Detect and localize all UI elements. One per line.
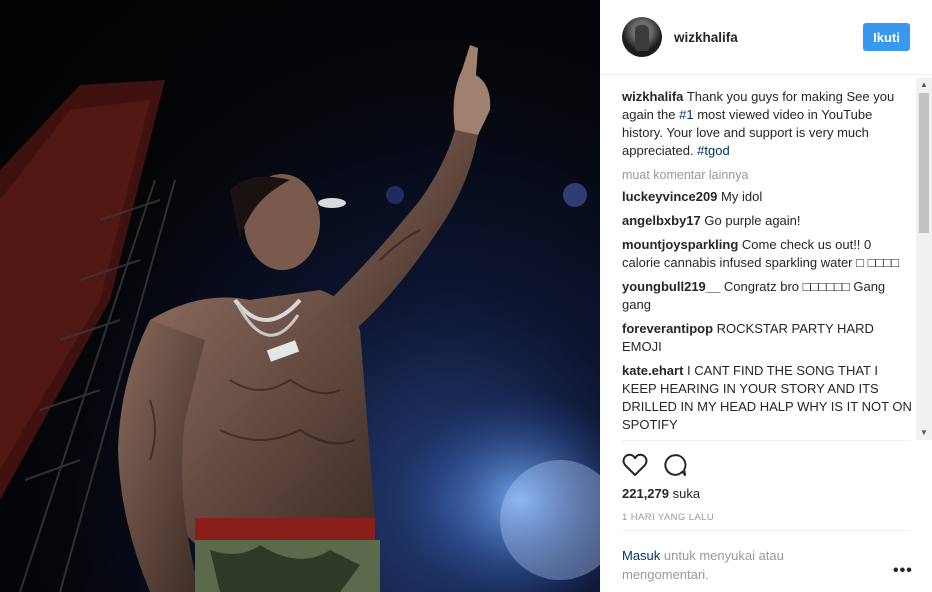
scroll-up-icon[interactable]: ▲: [920, 80, 928, 89]
comment-bubble-icon[interactable]: [663, 453, 687, 477]
login-link[interactable]: Masuk: [622, 548, 660, 563]
comment-username[interactable]: mountjoysparkling: [622, 237, 738, 252]
comments-list[interactable]: wizkhalifa Thank you guys for making See…: [622, 88, 912, 438]
scrollbar-thumb[interactable]: [919, 93, 929, 233]
caption-username[interactable]: wizkhalifa: [622, 89, 683, 104]
comment-text: My idol: [721, 189, 763, 204]
likes-number: 221,279: [622, 486, 669, 501]
comment-item: kate.ehart I CANT FIND THE SONG THAT I K…: [622, 362, 912, 434]
follow-button[interactable]: Ikuti: [863, 23, 910, 51]
divider: [622, 530, 910, 531]
comment-username[interactable]: angelbxby17: [622, 213, 701, 228]
avatar[interactable]: [622, 17, 662, 57]
comment-username[interactable]: foreverantipop: [622, 321, 713, 336]
post-timestamp[interactable]: 1 HARI YANG LALU: [622, 512, 714, 523]
load-more-comments[interactable]: muat komentar lainnya: [622, 166, 912, 184]
hashtag-1[interactable]: #1: [679, 107, 693, 122]
comment-username[interactable]: kate.ehart: [622, 363, 683, 378]
comment-username[interactable]: youngbull219__: [622, 279, 720, 294]
caption: wizkhalifa Thank you guys for making See…: [622, 88, 912, 160]
more-options-icon[interactable]: •••: [893, 562, 913, 580]
divider: [622, 440, 910, 441]
comment-item: angelbxby17 Go purple again!: [622, 212, 912, 230]
likes-count[interactable]: 221,279 suka: [622, 486, 700, 501]
likes-label: suka: [672, 486, 701, 501]
comment-item: luckeyvince209 My idol: [622, 188, 912, 206]
hashtag-tgod[interactable]: #tgod: [697, 143, 730, 158]
post-sidebar: wizkhalifa Ikuti wizkhalifa Thank you gu…: [600, 0, 932, 592]
header-username[interactable]: wizkhalifa: [674, 30, 738, 45]
comment-text: Go purple again!: [704, 213, 801, 228]
comment-item: foreverantipop ROCKSTAR PARTY HARD EMOJI: [622, 320, 912, 356]
comment-item: mountjoysparkling Come check us out!! 0 …: [622, 236, 912, 272]
comment-username[interactable]: luckeyvince209: [622, 189, 717, 204]
performer-photo-illustration: [0, 45, 600, 592]
scroll-down-icon[interactable]: ▼: [920, 428, 928, 437]
post-header: wizkhalifa Ikuti: [600, 0, 932, 75]
heart-icon[interactable]: [622, 453, 648, 477]
login-prompt: Masuk untuk menyukai atau mengomentari.: [622, 546, 842, 584]
post-photo[interactable]: [0, 0, 600, 592]
comment-item: youngbull219__ Congratz bro □□□□□□ Gang …: [622, 278, 912, 314]
